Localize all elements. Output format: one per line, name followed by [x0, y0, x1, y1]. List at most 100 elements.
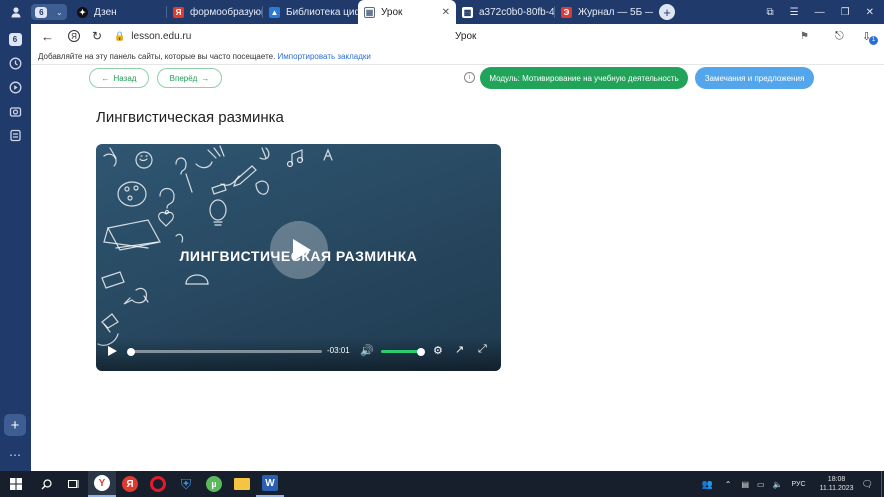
video-overlay-title: ЛИНГВИСТИЧЕСКАЯ РАЗМИНКА — [179, 248, 418, 264]
new-tab-button[interactable]: + — [659, 4, 675, 20]
search-icon[interactable] — [32, 471, 60, 497]
yandex-taskbar-icon[interactable]: Я — [116, 471, 144, 497]
collections-icon[interactable]: ⧉ — [767, 7, 774, 18]
notifications-icon[interactable]: 🗨 — [862, 479, 873, 490]
tray-chevron-icon[interactable]: ⌃ — [725, 480, 732, 489]
profile-icon[interactable] — [0, 0, 31, 24]
clock[interactable]: 18:08 11.11.2023 — [820, 475, 854, 493]
arrow-right-icon: → — [201, 73, 210, 83]
url-text[interactable]: lesson.edu.ru — [131, 31, 191, 42]
volume-icon[interactable]: 🔊 — [360, 344, 374, 357]
feedback-button[interactable]: Замечания и предложения — [695, 67, 814, 89]
tab-lesson[interactable]: ▦ Урок ✕ — [358, 0, 456, 24]
lesson-icon: ▦ — [364, 6, 375, 18]
import-bookmarks-link[interactable]: Импортировать закладки — [278, 52, 371, 61]
forward-button[interactable]: Вперёд → — [157, 68, 222, 88]
picture-in-picture-icon[interactable]: ↗ — [455, 343, 464, 356]
windows-taskbar: Y Я ⛨ µ W 👥 ⌃ ▤ ▭ 🔈 РУС 18:08 11.11.2023… — [0, 471, 884, 497]
feedback-label: Замечания и предложения — [704, 73, 805, 83]
tab-doc[interactable]: ▩ a372c0b0-80fb-44 — [456, 0, 554, 24]
video-icon[interactable] — [6, 78, 24, 96]
tab-journal[interactable]: Э Журнал — 5Б — Э — [555, 0, 653, 24]
menu-icon[interactable]: ☰ — [790, 7, 799, 18]
time-remaining: -03:01 — [327, 346, 350, 355]
clock-date: 11.11.2023 — [819, 485, 854, 492]
seek-handle[interactable] — [127, 347, 135, 356]
tab-library[interactable]: ▲ Библиотека цифр — [263, 0, 358, 24]
task-view-icon[interactable] — [60, 471, 88, 497]
network-icon[interactable]: ▤ — [741, 480, 749, 489]
protect-icon[interactable]: ⎋ — [835, 30, 844, 43]
add-panel-button[interactable]: + — [4, 414, 26, 436]
bookmarks-bar: Добавляйте на эту панель сайты, которые … — [31, 48, 884, 65]
play-icon[interactable] — [108, 346, 117, 356]
volume-handle[interactable] — [417, 347, 425, 356]
module-label: Модуль: Мотивирование на учебную деятель… — [489, 73, 679, 83]
tab-formoobraz[interactable]: Я формообразующ — [167, 0, 262, 24]
lock-icon: 🔒 — [114, 30, 126, 41]
fullscreen-icon[interactable]: ⤢ — [478, 343, 487, 356]
yandex-logo-icon[interactable]: Я — [68, 30, 80, 42]
tab-counter-button[interactable]: 6 ⌄ — [31, 4, 67, 20]
yandex-browser-taskbar-icon[interactable]: Y — [88, 471, 116, 497]
screen: 6 ⌄ ✦ Дзен Я формообразующ ▲ Библиотека … — [0, 0, 884, 497]
tab-label: Урок — [381, 6, 403, 18]
people-icon[interactable]: 👥 — [702, 479, 713, 490]
bookmark-icon[interactable]: ⚑ — [800, 31, 809, 42]
lesson-page: ← Назад Вперёд → i Модуль: Мотивирование… — [31, 65, 884, 471]
bookmarks-prompt: Добавляйте на эту панель сайты, которые … — [38, 52, 276, 61]
back-label: Назад — [113, 73, 137, 83]
page-title: Лингвистическая разминка — [96, 109, 284, 126]
word-taskbar-icon[interactable]: W — [256, 471, 284, 497]
more-icon[interactable]: ⋯ — [6, 446, 24, 464]
library-icon: ▲ — [269, 6, 280, 18]
module-button[interactable]: Модуль: Мотивирование на учебную деятель… — [480, 67, 688, 89]
seek-bar[interactable] — [127, 347, 322, 356]
windows-start-icon[interactable] — [0, 471, 32, 497]
video-player[interactable]: ЛИНГВИСТИЧЕСКАЯ РАЗМИНКА -03:01 🔊 ⚙ ↗ ⤢ — [96, 144, 501, 371]
video-controls: -03:01 🔊 ⚙ ↗ ⤢ — [96, 337, 501, 371]
doc-icon: ▩ — [462, 6, 473, 18]
file-explorer-taskbar-icon[interactable] — [228, 471, 256, 497]
downloads-badge: 1 — [869, 35, 878, 45]
journal-icon: Э — [561, 6, 572, 18]
tab-label: формообразующ — [190, 6, 262, 18]
back-button[interactable]: ← Назад — [89, 68, 149, 88]
history-icon[interactable] — [6, 54, 24, 72]
tab-strip: 6 ⌄ ✦ Дзен Я формообразующ ▲ Библиотека … — [0, 0, 884, 24]
notes-icon[interactable] — [6, 126, 24, 144]
language-indicator[interactable]: РУС — [792, 481, 806, 488]
zen-icon: ✦ — [77, 6, 88, 18]
battery-icon[interactable]: ▭ — [757, 480, 765, 489]
utorrent-taskbar-icon[interactable]: µ — [200, 471, 228, 497]
tab-label: Журнал — 5Б — Э — [578, 6, 653, 18]
tab-zen[interactable]: ✦ Дзен — [71, 0, 166, 24]
downloads-icon[interactable]: ⇩ 1 — [862, 30, 878, 45]
maximize-icon[interactable]: ❐ — [841, 7, 850, 18]
close-window-icon[interactable]: ✕ — [866, 7, 874, 18]
forward-label: Вперёд — [169, 73, 198, 83]
info-icon[interactable]: i — [464, 72, 475, 83]
tab-counter-value: 6 — [35, 6, 48, 18]
settings-gear-icon[interactable]: ⚙ — [433, 344, 443, 357]
refresh-icon[interactable]: ↻ — [92, 29, 102, 43]
back-arrow-icon[interactable]: ← — [41, 29, 54, 44]
minimize-icon[interactable]: — — [815, 7, 825, 18]
arrow-left-icon: ← — [101, 73, 110, 83]
opera-taskbar-icon[interactable] — [144, 471, 172, 497]
page-title-center: Урок — [455, 30, 477, 42]
defender-taskbar-icon[interactable]: ⛨ — [172, 471, 200, 497]
window-controls: ⧉ ☰ — ❐ ✕ — [767, 7, 884, 18]
speaker-icon[interactable]: 🔈 — [773, 480, 783, 489]
address-bar: ← Я ↻ 🔒 lesson.edu.ru Урок ⚑ ⎋ ⇩ 1 — [31, 24, 884, 48]
screenshot-icon[interactable] — [6, 102, 24, 120]
volume-slider[interactable] — [381, 347, 425, 356]
counter-6-icon[interactable]: 6 — [6, 30, 24, 48]
yandex-icon: Я — [173, 6, 184, 18]
tab-label: Библиотека цифр — [286, 6, 358, 18]
chevron-down-icon: ⌄ — [55, 7, 63, 17]
browser-sidebar: 6 + ⋯ — [0, 24, 31, 471]
clock-time: 18:08 — [827, 476, 846, 483]
tab-label: a372c0b0-80fb-44 — [479, 6, 554, 18]
close-tab-icon[interactable]: ✕ — [442, 7, 450, 18]
